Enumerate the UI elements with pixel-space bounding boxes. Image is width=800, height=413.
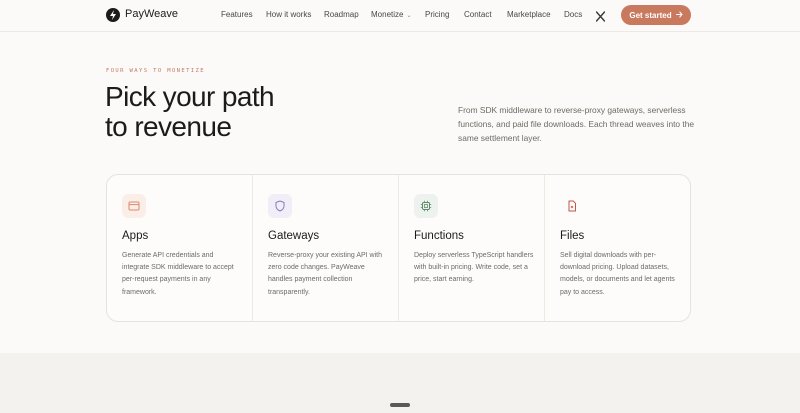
card-description: Generate API credentials and integrate S… <box>122 252 234 296</box>
card-title: Gateways <box>268 230 320 242</box>
monetize-cards: Apps Generate API credentials and integr… <box>106 174 691 322</box>
nav-link-docs[interactable]: Docs <box>564 10 582 19</box>
card-functions[interactable]: Functions Deploy serverless TypeScript h… <box>399 175 545 321</box>
nav-link-roadmap[interactable]: Roadmap <box>324 10 359 19</box>
section-eyebrow: FOUR WAYS TO MONETIZE <box>106 68 205 74</box>
arrow-right-icon <box>675 11 683 20</box>
nav-link-how-it-works[interactable]: How it works <box>266 10 311 19</box>
page-title-line-2: to revenue <box>105 111 232 142</box>
nav-link-contact[interactable]: Contact <box>464 10 492 19</box>
drag-handle[interactable] <box>390 403 410 407</box>
card-title: Files <box>560 230 585 242</box>
card-apps[interactable]: Apps Generate API credentials and integr… <box>107 175 253 321</box>
card-description: Deploy serverless TypeScript handlers wi… <box>414 252 534 284</box>
top-navbar: PayWeave Features How it works Roadmap M… <box>0 0 800 32</box>
nav-link-monetize[interactable]: Monetize ⌄ <box>371 10 412 19</box>
nav-link-monetize-label: Monetize <box>371 10 404 19</box>
card-files[interactable]: Files Sell digital downloads with per-do… <box>545 175 690 321</box>
x-icon[interactable] <box>595 9 606 22</box>
get-started-label: Get started <box>629 10 672 20</box>
chevron-down-icon: ⌄ <box>406 13 412 19</box>
card-description: Sell digital downloads with per-download… <box>560 252 675 296</box>
nav-link-features[interactable]: Features <box>221 10 253 19</box>
page-title-line-1: Pick your path <box>105 81 275 112</box>
file-icon <box>560 194 584 218</box>
shield-icon <box>268 194 292 218</box>
chip-icon <box>414 194 438 218</box>
intro-paragraph: From SDK middleware to reverse-proxy gat… <box>458 105 695 143</box>
window-icon <box>122 194 146 218</box>
card-title: Functions <box>414 230 464 242</box>
bolt-icon[interactable] <box>106 8 120 22</box>
card-gateways[interactable]: Gateways Reverse-proxy your existing API… <box>253 175 399 321</box>
nav-link-pricing[interactable]: Pricing <box>425 10 449 19</box>
card-title: Apps <box>122 230 149 242</box>
page-title: Pick your path to revenue <box>105 82 365 142</box>
card-description: Reverse-proxy your existing API with zer… <box>268 252 382 296</box>
nav-link-marketplace[interactable]: Marketplace <box>507 10 551 19</box>
scrollbar[interactable] <box>794 4 798 404</box>
get-started-button[interactable]: Get started <box>621 5 691 25</box>
brand-name[interactable]: PayWeave <box>125 8 178 20</box>
